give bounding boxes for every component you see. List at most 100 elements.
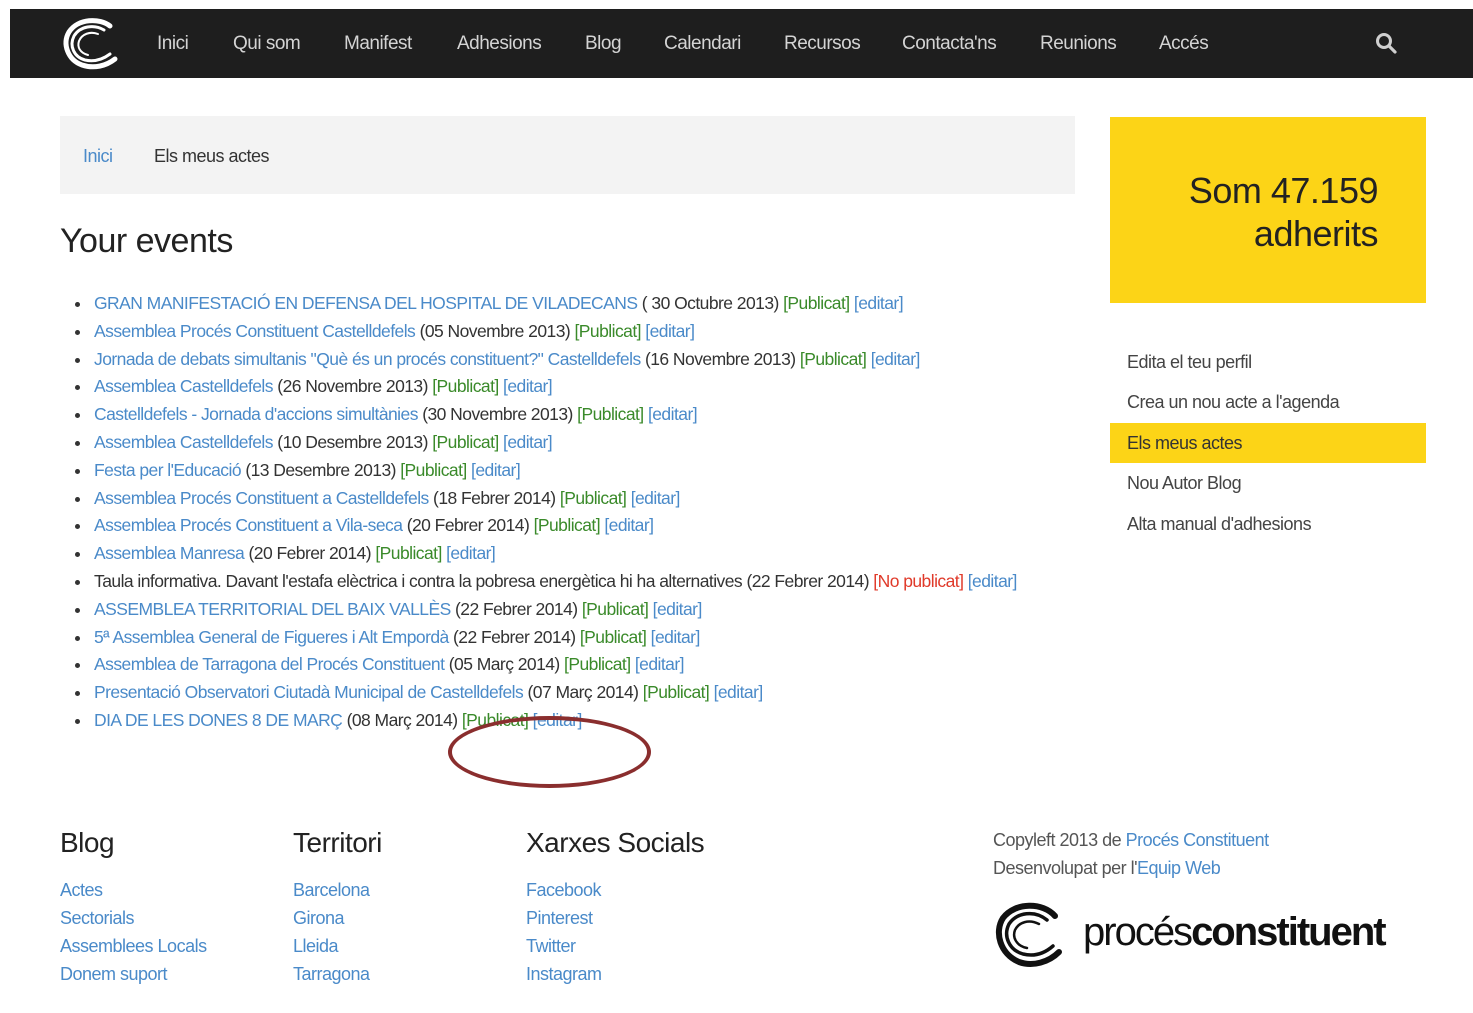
event-item: GRAN MANIFESTACIÓ EN DEFENSA DEL HOSPITA… — [75, 290, 1054, 318]
sidebar-item-manual-adhesion[interactable]: Alta manual d'adhesions — [1110, 504, 1426, 544]
event-edit-link[interactable]: [editar] — [635, 654, 685, 674]
event-link[interactable]: Assemblea Procés Constituent Castelldefe… — [94, 321, 416, 341]
event-date: (22 Febrer 2014) — [453, 626, 576, 647]
nav-item-recursos[interactable]: Recursos — [784, 33, 861, 55]
footer-link-twitter[interactable]: Twitter — [526, 932, 704, 960]
sidebar-item-edit-profile[interactable]: Edita el teu perfil — [1110, 342, 1426, 382]
footer-link-barcelona[interactable]: Barcelona — [293, 876, 382, 904]
copyleft-line: Copyleft 2013 de Procés Constituent — [993, 826, 1269, 854]
event-link[interactable]: ASSEMBLEA TERRITORIAL DEL BAIX VALLÈS — [94, 599, 451, 619]
footer-column-xarxes-socials: Xarxes Socials Facebook Pinterest Twitte… — [526, 822, 705, 988]
event-link[interactable]: DIA DE LES DONES 8 DE MARÇ — [94, 710, 343, 730]
event-status: [Publicat] — [579, 626, 647, 647]
event-edit-link[interactable]: [editar] — [714, 682, 764, 702]
event-edit-link[interactable]: [editar] — [651, 627, 701, 647]
event-link[interactable]: Assemblea Castelldefels — [94, 376, 274, 396]
members-counter-line2: adherits — [1253, 213, 1379, 254]
event-date: (26 Novembre 2013) — [277, 376, 428, 397]
event-edit-link[interactable]: [editar] — [631, 488, 681, 508]
event-date: ( 30 Octubre 2013) — [641, 293, 780, 313]
event-edit-link[interactable]: [editar] — [503, 376, 553, 396]
event-link[interactable]: Assemblea Manresa — [94, 543, 245, 563]
event-edit-link[interactable]: [editar] — [653, 599, 703, 619]
event-status: [Publicat] — [574, 320, 641, 341]
event-link[interactable]: Assemblea de Tarragona del Procés Consti… — [94, 654, 445, 674]
footer-link-facebook[interactable]: Facebook — [526, 876, 704, 904]
members-counter-text: Som 47.159 adherits — [1189, 169, 1379, 255]
event-item: ASSEMBLEA TERRITORIAL DEL BAIX VALLÈS (2… — [75, 596, 1054, 624]
sidebar-item-new-blog-author[interactable]: Nou Autor Blog — [1110, 463, 1426, 503]
event-edit-link[interactable]: [editar] — [854, 293, 904, 313]
breadcrumb: Inici Els meus actes — [60, 116, 1075, 194]
footer-logo[interactable]: procésconstituent — [993, 900, 1387, 970]
event-edit-link[interactable]: [editar] — [648, 404, 698, 424]
footer-link-tarragona[interactable]: Tarragona — [293, 960, 382, 988]
event-link[interactable]: Assemblea Procés Constituent a Castellde… — [94, 488, 429, 508]
event-link[interactable]: Assemblea Castelldefels — [94, 432, 274, 452]
event-status: [Publicat] — [577, 404, 644, 425]
nav-item-adhesions[interactable]: Adhesions — [457, 33, 542, 55]
event-edit-link[interactable]: [editar] — [533, 710, 583, 730]
event-item: Castelldefels - Jornada d'accions simult… — [75, 401, 1054, 429]
nav-item-contactans[interactable]: Contacta'ns — [902, 33, 997, 55]
breadcrumb-home-link[interactable]: Inici — [83, 146, 113, 167]
event-title-unlinked: Taula informativa. Davant l'estafa elèct… — [94, 570, 743, 591]
footer-link-sectorials[interactable]: Sectorials — [60, 904, 207, 932]
footer-heading: Xarxes Socials — [526, 827, 705, 858]
event-edit-link[interactable]: [editar] — [446, 543, 496, 563]
event-edit-link[interactable]: [editar] — [871, 349, 921, 369]
members-counter-box: Som 47.159 adherits — [1110, 117, 1426, 303]
event-link[interactable]: GRAN MANIFESTACIÓ EN DEFENSA DEL HOSPITA… — [94, 293, 638, 313]
event-date: (18 Febrer 2014) — [433, 487, 556, 508]
nav-item-acces[interactable]: Accés — [1159, 33, 1209, 55]
copyleft-link[interactable]: Procés Constituent — [1126, 830, 1270, 850]
nav-item-blog[interactable]: Blog — [585, 33, 622, 55]
event-link[interactable]: Festa per l'Educació — [94, 460, 242, 480]
event-date: (16 Novembre 2013) — [644, 348, 796, 369]
footer-column-territori: Territori Barcelona Girona Lleida Tarrag… — [293, 822, 382, 988]
nav-item-inici[interactable]: Inici — [157, 33, 189, 55]
nav-item-qui-som[interactable]: Qui som — [233, 33, 301, 55]
event-edit-link[interactable]: [editar] — [968, 571, 1018, 591]
nav-item-reunions[interactable]: Reunions — [1040, 33, 1117, 55]
event-link[interactable]: Castelldefels - Jornada d'accions simult… — [94, 404, 418, 424]
footer-heading: Blog — [60, 827, 115, 858]
event-edit-link[interactable]: [editar] — [503, 432, 553, 452]
footer-link-donem-suport[interactable]: Donem suport — [60, 960, 207, 988]
footer-heading: Territori — [293, 827, 382, 858]
event-item: Presentació Observatori Ciutadà Municipa… — [75, 679, 1054, 707]
event-date: (13 Desembre 2013) — [245, 459, 396, 480]
event-link[interactable]: 5ª Assemblea General de Figueres i Alt E… — [94, 627, 449, 647]
event-status: [Publicat] — [799, 348, 867, 369]
developed-prefix: Desenvolupat per l' — [993, 858, 1138, 878]
nav-item-manifest[interactable]: Manifest — [344, 33, 412, 55]
search-icon[interactable] — [1374, 31, 1398, 55]
nav-item-calendari[interactable]: Calendari — [664, 33, 741, 55]
event-item: Assemblea Procés Constituent a Castellde… — [75, 485, 1054, 513]
event-date: (10 Desembre 2013) — [277, 431, 428, 452]
event-edit-link[interactable]: [editar] — [604, 515, 654, 535]
logo-icon[interactable] — [60, 16, 124, 72]
event-link[interactable]: Assemblea Procés Constituent a Vila-seca — [94, 515, 403, 535]
event-status: [Publicat] — [432, 376, 499, 397]
sidebar-item-my-events[interactable]: Els meus actes — [1110, 422, 1426, 464]
footer-link-actes[interactable]: Actes — [60, 876, 207, 904]
event-link[interactable]: Presentació Observatori Ciutadà Municipa… — [94, 682, 524, 702]
event-date: (22 Febrer 2014) — [455, 598, 578, 619]
footer-link-assemblees-locals[interactable]: Assemblees Locals — [60, 932, 207, 960]
c-swirl-logo-icon — [996, 902, 1062, 967]
developed-link[interactable]: Equip Web — [1137, 858, 1221, 878]
events-list: GRAN MANIFESTACIÓ EN DEFENSA DEL HOSPITA… — [75, 290, 1054, 735]
sidebar-item-create-event[interactable]: Crea un nou acte a l'agenda — [1110, 382, 1426, 422]
footer-column-blog: Blog Actes Sectorials Assemblees Locals … — [60, 822, 207, 988]
event-edit-link[interactable]: [editar] — [471, 460, 521, 480]
event-item: Assemblea Castelldefels (26 Novembre 201… — [75, 373, 1054, 401]
event-status: [Publicat] — [559, 487, 627, 508]
event-link[interactable]: Jornada de debats simultanis "Què és un … — [94, 349, 641, 369]
event-edit-link[interactable]: [editar] — [645, 321, 695, 341]
footer-link-pinterest[interactable]: Pinterest — [526, 904, 704, 932]
footer-link-instagram[interactable]: Instagram — [526, 960, 704, 988]
footer-link-lleida[interactable]: Lleida — [293, 932, 382, 960]
footer-link-girona[interactable]: Girona — [293, 904, 382, 932]
event-status: [Publicat] — [581, 598, 649, 619]
